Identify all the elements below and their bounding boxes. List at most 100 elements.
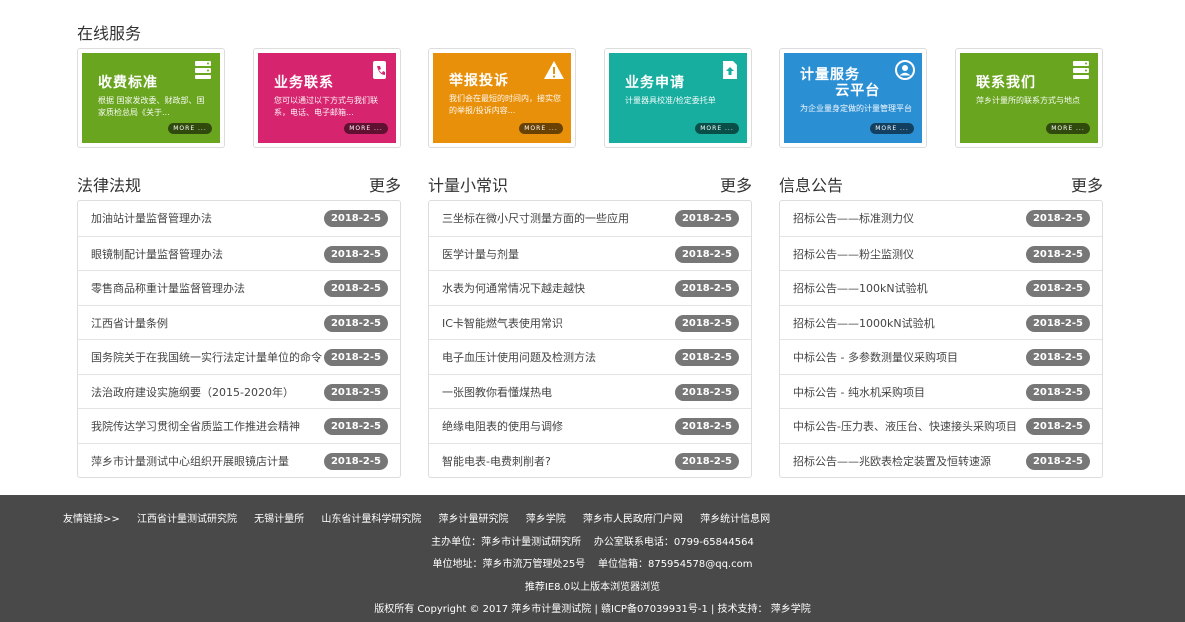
list-item-title: 加油站计量监督管理办法 <box>91 212 212 225</box>
list-item-title: 招标公告——粉尘监测仪 <box>793 247 914 261</box>
list-item-title: 电子血压计使用问题及检测方法 <box>442 351 596 364</box>
list-item-title: 法治政府建设实施纲要（2015-2020年） <box>91 385 294 399</box>
date-badge: 2018-2-5 <box>323 349 388 366</box>
list-item[interactable]: 招标公告——100kN试验机 2018-2-5 <box>780 270 1102 305</box>
list-item[interactable]: 招标公告——标准测力仪 2018-2-5 <box>780 201 1102 236</box>
date-badge: 2018-2-5 <box>674 349 739 366</box>
list-item-title: IC卡智能燃气表使用常识 <box>442 316 563 330</box>
list-item[interactable]: 招标公告——粉尘监测仪 2018-2-5 <box>780 235 1102 271</box>
list-item-title: 中标公告 - 纯水机采购项目 <box>793 385 925 399</box>
service-card-body: 计量服务 云平台 为企业量身定做的计量管理平台 MORE ... <box>784 53 922 143</box>
laws-column: 法律法规 更多 加油站计量监督管理办法 2018-2-5 眼镜制配计量监督管理办法… <box>77 170 401 478</box>
list-item[interactable]: 法治政府建设实施纲要（2015-2020年） 2018-2-5 <box>78 373 400 409</box>
news-list: 三坐标在微小尺寸测量方面的一些应用 2018-2-5 医学计量与剂量 2018-2-… <box>428 200 752 478</box>
list-item[interactable]: 江西省计量条例 2018-2-5 <box>78 304 400 340</box>
list-item[interactable]: 一张图教你看懂煤热电 2018-2-5 <box>429 373 751 409</box>
date-badge: 2018-2-5 <box>1025 418 1090 435</box>
service-card-contact[interactable]: 业务联系 您可以通过以下方式与我们联系，电话、电子邮箱... MORE ... <box>253 48 401 148</box>
list-item-title: 中标公告 - 多参数测量仪采购项目 <box>793 351 958 364</box>
online-services: 收费标准 根据 国家发改委、财政部、国家质检总局《关于... MORE ... … <box>77 48 1103 148</box>
date-badge: 2018-2-5 <box>674 280 739 297</box>
list-item[interactable]: 国务院关于在我国统一实行法定计量单位的命令 2018-2-5 <box>78 339 400 374</box>
service-card-body: 举报投诉 我们会在最短的时间内，接实您的举报/投诉内容... MORE ... <box>433 53 571 143</box>
list-item[interactable]: 中标公告 - 多参数测量仪采购项目 2018-2-5 <box>780 339 1102 374</box>
service-card-desc: 为企业量身定做的计量管理平台 <box>800 104 912 113</box>
date-badge: 2018-2-5 <box>1025 349 1090 366</box>
more-button[interactable]: MORE ... <box>168 123 212 134</box>
list-item[interactable]: 萍乡市计量测试中心组织开展眼镜店计量 2018-2-5 <box>78 442 400 478</box>
service-card-desc: 您可以通过以下方式与我们联系，电话、电子邮箱... <box>274 96 378 117</box>
list-item-title: 绝缘电阻表的使用与调修 <box>442 420 563 433</box>
more-button[interactable]: MORE ... <box>1046 123 1090 134</box>
list-item-title: 国务院关于在我国统一实行法定计量单位的命令 <box>91 351 322 364</box>
date-badge: 2018-2-5 <box>323 452 388 470</box>
list-item[interactable]: 医学计量与剂量 2018-2-5 <box>429 235 751 271</box>
friend-links: 友情链接>> 江西省计量测试研究院 无锡计量所 山东省计量科学研究院 萍乡计量研… <box>63 510 784 525</box>
friend-link[interactable]: 萍乡市人民政府门户网 <box>583 514 683 525</box>
friend-link[interactable]: 萍乡统计信息网 <box>700 514 770 525</box>
more-link[interactable]: 更多 <box>720 172 752 196</box>
list-item[interactable]: 绝缘电阻表的使用与调修 2018-2-5 <box>429 408 751 443</box>
list-item[interactable]: 眼镜制配计量监督管理办法 2018-2-5 <box>78 235 400 271</box>
service-card-body: 联系我们 萍乡计量所的联系方式与地点 MORE ... <box>960 53 1098 143</box>
list-item-title: 三坐标在微小尺寸测量方面的一些应用 <box>442 212 629 225</box>
footer-browser-note: 推荐IE8.0以上版本浏览器浏览 <box>524 582 661 593</box>
list-item-title: 招标公告——100kN试验机 <box>793 282 928 295</box>
list-item[interactable]: 我院传达学习贯彻全省质监工作推进会精神 2018-2-5 <box>78 408 400 443</box>
server-icon <box>195 61 211 79</box>
more-button[interactable]: MORE ... <box>344 123 388 134</box>
list-item[interactable]: 招标公告——1000kN试验机 2018-2-5 <box>780 304 1102 340</box>
friend-links-label: 友情链接>> <box>63 514 120 525</box>
friend-link[interactable]: 萍乡学院 <box>526 514 566 525</box>
service-card-desc: 计量器具校准/检定委托单 <box>625 96 716 105</box>
footer-copyright: 版权所有 Copyright © 2017 萍乡市计量测试院 | 赣ICP备07… <box>374 604 811 615</box>
list-item[interactable]: 智能电表-电费刺削者? 2018-2-5 <box>429 442 751 478</box>
column-title: 计量小常识 <box>428 176 509 195</box>
more-button[interactable]: MORE ... <box>519 123 563 134</box>
service-card-contact-us[interactable]: 联系我们 萍乡计量所的联系方式与地点 MORE ... <box>955 48 1103 148</box>
date-badge: 2018-2-5 <box>1025 245 1090 263</box>
date-badge: 2018-2-5 <box>323 418 388 435</box>
phone-book-icon <box>373 61 386 79</box>
list-item[interactable]: 水表为何通常情况下越走越快 2018-2-5 <box>429 270 751 305</box>
service-card-report[interactable]: 举报投诉 我们会在最短的时间内，接实您的举报/投诉内容... MORE ... <box>428 48 576 148</box>
service-card-desc: 萍乡计量所的联系方式与地点 <box>976 96 1080 105</box>
service-card-cloud-platform[interactable]: 计量服务 云平台 为企业量身定做的计量管理平台 MORE ... <box>779 48 927 148</box>
list-item-title: 医学计量与剂量 <box>442 247 519 261</box>
friend-link[interactable]: 山东省计量科学研究院 <box>321 514 421 525</box>
list-item[interactable]: 加油站计量监督管理办法 2018-2-5 <box>78 201 400 236</box>
service-card-apply[interactable]: 业务申请 计量器具校准/检定委托单 MORE ... <box>604 48 752 148</box>
friend-link[interactable]: 江西省计量测试研究院 <box>137 514 237 525</box>
friend-link[interactable]: 萍乡计量研究院 <box>439 514 509 525</box>
list-item[interactable]: 中标公告 - 纯水机采购项目 2018-2-5 <box>780 373 1102 409</box>
server-icon <box>1073 61 1089 79</box>
column-header: 信息公告 更多 <box>779 170 1103 200</box>
warning-icon <box>544 61 564 79</box>
site-footer: 友情链接>> 江西省计量测试研究院 无锡计量所 山东省计量科学研究院 萍乡计量研… <box>0 495 1185 622</box>
list-item-title: 江西省计量条例 <box>91 316 168 330</box>
date-badge: 2018-2-5 <box>1025 280 1090 297</box>
news-list: 加油站计量监督管理办法 2018-2-5 眼镜制配计量监督管理办法 2018-2-5… <box>77 200 401 478</box>
footer-host-info: 主办单位：萍乡市计量测试研究所 办公室联系电话：0799-65844564 <box>431 537 754 548</box>
list-item[interactable]: IC卡智能燃气表使用常识 2018-2-5 <box>429 304 751 340</box>
more-button[interactable]: MORE ... <box>695 123 739 134</box>
list-item-title: 我院传达学习贯彻全省质监工作推进会精神 <box>91 420 300 433</box>
more-button[interactable]: MORE ... <box>870 123 914 134</box>
list-item[interactable]: 电子血压计使用问题及检测方法 2018-2-5 <box>429 339 751 374</box>
service-card-fees[interactable]: 收费标准 根据 国家发改委、财政部、国家质检总局《关于... MORE ... <box>77 48 225 148</box>
list-item-title: 一张图教你看懂煤热电 <box>442 385 552 399</box>
column-title: 信息公告 <box>779 176 844 195</box>
date-badge: 2018-2-5 <box>323 383 388 401</box>
list-item[interactable]: 招标公告——兆欧表检定装置及恒转速源 2018-2-5 <box>780 442 1102 478</box>
list-item[interactable]: 零售商品称重计量监督管理办法 2018-2-5 <box>78 270 400 305</box>
list-item[interactable]: 三坐标在微小尺寸测量方面的一些应用 2018-2-5 <box>429 201 751 236</box>
more-link[interactable]: 更多 <box>369 172 401 196</box>
service-card-body: 收费标准 根据 国家发改委、财政部、国家质检总局《关于... MORE ... <box>82 53 220 143</box>
date-badge: 2018-2-5 <box>1025 452 1090 470</box>
list-item-title: 中标公告-压力表、液压台、快速接头采购项目 <box>793 420 1017 433</box>
more-link[interactable]: 更多 <box>1071 172 1103 196</box>
online-services-title: 在线服务 <box>77 24 142 43</box>
list-item[interactable]: 中标公告-压力表、液压台、快速接头采购项目 2018-2-5 <box>780 408 1102 443</box>
announcements-column: 信息公告 更多 招标公告——标准测力仪 2018-2-5 招标公告——粉尘监测仪 2… <box>779 170 1103 478</box>
friend-link[interactable]: 无锡计量所 <box>254 514 304 525</box>
